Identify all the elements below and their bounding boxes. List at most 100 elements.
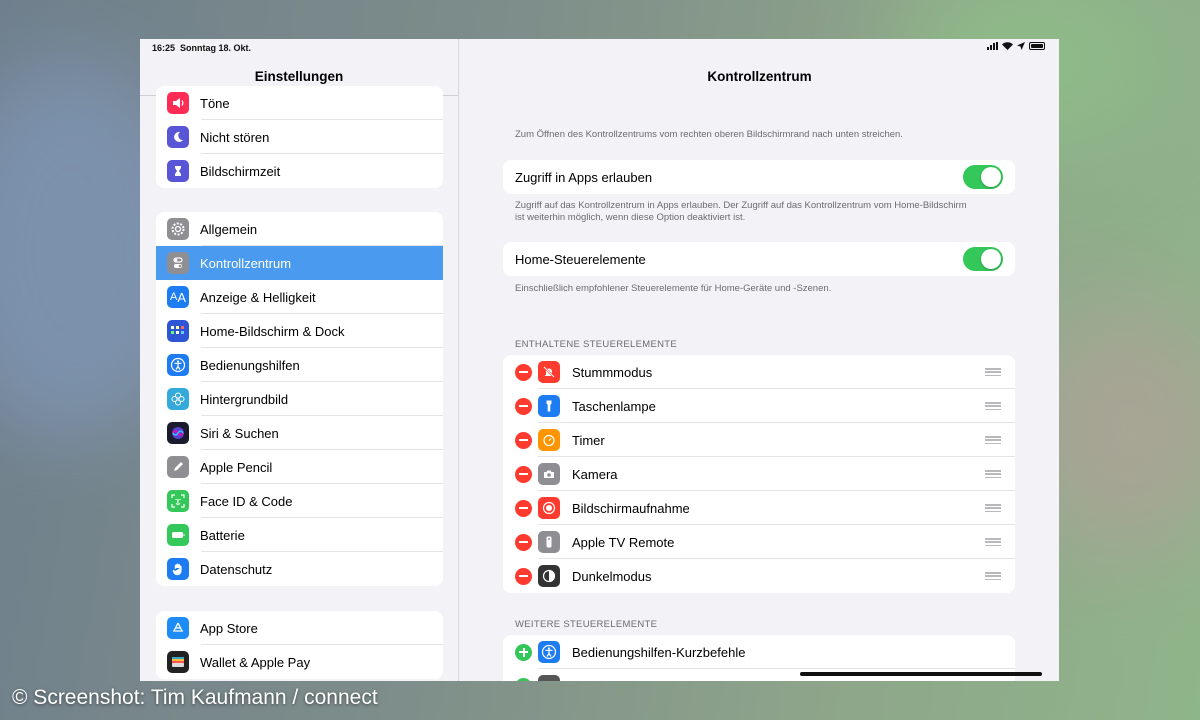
reorder-handle[interactable]: [985, 572, 1001, 580]
camera-icon: [538, 463, 560, 485]
sidebar-group-2: Allgemein Kontrollzentrum AA Anzeige & H…: [156, 212, 443, 586]
sidebar-item-label: Allgemein: [200, 221, 258, 237]
list-item[interactable]: Taschenlampe: [503, 389, 1015, 423]
location-icon: [1017, 42, 1025, 50]
settings-sidebar: Einstellungen Töne Nicht stören Bildschi…: [140, 39, 459, 681]
sidebar-item-nicht-stoeren[interactable]: Nicht stören: [156, 120, 443, 154]
remove-button[interactable]: [515, 499, 532, 517]
sidebar-item-label: Anzeige & Helligkeit: [200, 289, 316, 305]
sidebar-group-3: App Store Wallet & Apple Pay: [156, 611, 443, 679]
detail-panel: Kontrollzentrum Zum Öffnen des Kontrollz…: [460, 39, 1059, 681]
list-item[interactable]: Bildschirmaufnahme: [503, 491, 1015, 525]
app-store-icon: [167, 617, 189, 639]
app-grid-icon: [167, 320, 189, 342]
gear-icon: [167, 218, 189, 240]
reorder-handle[interactable]: [985, 504, 1001, 512]
status-time: 16:25: [152, 43, 176, 53]
calculator-icon: [538, 675, 560, 681]
sidebar-item-toene[interactable]: Töne: [156, 86, 443, 120]
sidebar-item-hintergrundbild[interactable]: Hintergrundbild: [156, 382, 443, 416]
remove-button[interactable]: [515, 465, 532, 483]
sidebar-item-app-store[interactable]: App Store: [156, 611, 443, 645]
sidebar-item-label: Datenschutz: [200, 561, 273, 577]
intro-text: Zum Öffnen des Kontrollzentrums vom rech…: [515, 129, 903, 140]
list-item[interactable]: Apple TV Remote: [503, 525, 1015, 559]
list-item-label: Dunkelmodus: [572, 568, 652, 584]
list-item[interactable]: Bedienungshilfen-Kurzbefehle: [503, 635, 1015, 669]
text-size-icon: AA: [167, 286, 189, 308]
page-title: Kontrollzentrum: [707, 69, 812, 84]
access-label: Zugriff in Apps erlauben: [515, 169, 653, 185]
wifi-icon: [1002, 42, 1013, 50]
home-card: Home-Steuerelemente: [503, 242, 1015, 276]
reorder-handle[interactable]: [985, 436, 1001, 444]
sidebar-item-anzeige[interactable]: AA Anzeige & Helligkeit: [156, 280, 443, 314]
pencil-icon: [167, 456, 189, 478]
bell-slash-icon: [538, 361, 560, 383]
remote-icon: [538, 531, 560, 553]
remove-button[interactable]: [515, 567, 532, 585]
list-item[interactable]: Kamera: [503, 457, 1015, 491]
sidebar-group-1: Töne Nicht stören Bildschirmzeit: [156, 86, 443, 188]
wallet-icon: [167, 651, 189, 673]
list-item-label: Bildschirmaufnahme: [572, 500, 690, 516]
remove-button[interactable]: [515, 397, 532, 415]
sidebar-item-label: Apple Pencil: [200, 459, 273, 475]
sidebar-item-datenschutz[interactable]: Datenschutz: [156, 552, 443, 586]
sidebar-item-allgemein[interactable]: Allgemein: [156, 212, 443, 246]
access-toggle[interactable]: [963, 165, 1003, 189]
remove-button[interactable]: [515, 363, 532, 381]
reorder-handle[interactable]: [985, 402, 1001, 410]
sidebar-item-home-bildschirm[interactable]: Home-Bildschirm & Dock: [156, 314, 443, 348]
list-item[interactable]: Dunkelmodus: [503, 559, 1015, 593]
speaker-icon: [167, 92, 189, 114]
sidebar-item-label: Hintergrundbild: [200, 391, 289, 407]
sidebar-item-label: Siri & Suchen: [200, 425, 279, 441]
sidebar-item-apple-pencil[interactable]: Apple Pencil: [156, 450, 443, 484]
home-indicator: [800, 672, 1042, 676]
sidebar-item-label: App Store: [200, 620, 258, 636]
remove-button[interactable]: [515, 431, 532, 449]
list-item-label: Taschenlampe: [572, 398, 656, 414]
accessibility-icon: [167, 354, 189, 376]
sidebar-item-label: Batterie: [200, 527, 245, 543]
battery-icon: [167, 524, 189, 546]
timer-icon: [538, 429, 560, 451]
list-item[interactable]: Stummmodus: [503, 355, 1015, 389]
sidebar-item-siri[interactable]: Siri & Suchen: [156, 416, 443, 450]
switches-icon: [167, 252, 189, 274]
ipad-screen: Einstellungen Töne Nicht stören Bildschi…: [140, 39, 1059, 681]
sidebar-item-label: Nicht stören: [200, 129, 270, 145]
more-header: WEITERE STEUERELEMENTE: [515, 619, 658, 630]
remove-button[interactable]: [515, 533, 532, 551]
status-bar: 16:25 Sonntag 18. Okt.: [140, 39, 1059, 57]
home-toggle[interactable]: [963, 247, 1003, 271]
sidebar-item-bildschirmzeit[interactable]: Bildschirmzeit: [156, 154, 443, 188]
list-item-label: Apple TV Remote: [572, 534, 675, 550]
sidebar-item-label: Kontrollzentrum: [200, 255, 292, 271]
sidebar-item-bedienungshilfen[interactable]: Bedienungshilfen: [156, 348, 443, 382]
list-item-label: Kamera: [572, 466, 618, 482]
sidebar-item-face-id[interactable]: Face ID & Code: [156, 484, 443, 518]
list-item[interactable]: Timer: [503, 423, 1015, 457]
flashlight-icon: [538, 395, 560, 417]
add-button[interactable]: [515, 643, 532, 661]
moon-icon: [167, 126, 189, 148]
siri-icon: [167, 422, 189, 444]
battery-status-icon: [1029, 42, 1045, 50]
reorder-handle[interactable]: [985, 368, 1001, 376]
add-button[interactable]: [515, 677, 532, 681]
sidebar-item-label: Wallet & Apple Pay: [200, 654, 311, 670]
sidebar-item-wallet[interactable]: Wallet & Apple Pay: [156, 645, 443, 679]
reorder-handle[interactable]: [985, 538, 1001, 546]
sidebar-item-label: Bildschirmzeit: [200, 163, 281, 179]
access-note: Zugriff auf das Kontrollzentrum in Apps …: [515, 200, 967, 223]
sidebar-item-kontrollzentrum[interactable]: Kontrollzentrum: [156, 246, 443, 280]
hand-icon: [167, 558, 189, 580]
reorder-handle[interactable]: [985, 470, 1001, 478]
hourglass-icon: [167, 160, 189, 182]
status-date: Sonntag 18. Okt.: [180, 43, 252, 53]
sidebar-item-label: Töne: [200, 95, 230, 111]
sidebar-title: Einstellungen: [254, 69, 344, 84]
sidebar-item-batterie[interactable]: Batterie: [156, 518, 443, 552]
